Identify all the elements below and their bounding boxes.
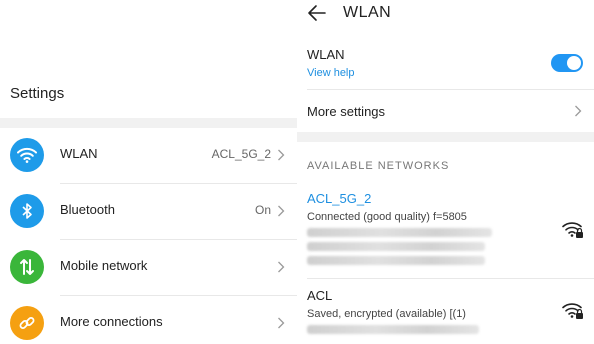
header: WLAN (297, 0, 594, 30)
wlan-label: WLAN (307, 47, 345, 62)
wlan-pane: WLAN WLAN View help More settings AVAILA… (297, 0, 594, 344)
settings-item-mobile-network[interactable]: Mobile network (0, 240, 297, 296)
wlan-toggle-row: WLAN View help (297, 40, 594, 88)
chevron-right-icon (278, 317, 285, 329)
more-settings-row[interactable]: More settings (297, 90, 594, 132)
page-title: WLAN (343, 4, 392, 21)
page-title: Settings (10, 85, 65, 102)
settings-item-wlan[interactable]: WLAN ACL_5G_2 (0, 128, 297, 184)
chevron-right-icon (278, 149, 285, 161)
chevron-right-icon (278, 205, 285, 217)
settings-list: WLAN ACL_5G_2 Bluetooth On Mobile networ… (0, 128, 297, 344)
chevron-right-icon (278, 261, 285, 273)
settings-item-label: Bluetooth (60, 202, 115, 217)
settings-item-value: On (254, 203, 271, 217)
bluetooth-icon (10, 194, 44, 228)
settings-item-more-connections[interactable]: More connections (0, 296, 297, 344)
redacted-text (307, 256, 485, 265)
section-header: AVAILABLE NETWORKS (307, 160, 450, 172)
network-item-acl-5g-2[interactable]: ACL_5G_2 Connected (good quality) f=5805 (297, 191, 594, 277)
chevron-right-icon (575, 105, 582, 117)
redacted-text (307, 228, 492, 237)
network-status: Connected (good quality) f=5805 (307, 211, 467, 223)
network-status: Saved, encrypted (available) [(1) (307, 308, 466, 320)
divider (307, 278, 594, 279)
redacted-text (307, 242, 485, 251)
settings-item-label: More connections (60, 314, 163, 329)
network-name: ACL_5G_2 (307, 191, 372, 206)
settings-item-bluetooth[interactable]: Bluetooth On (0, 184, 297, 240)
view-help-link[interactable]: View help (307, 67, 355, 79)
section-divider (0, 118, 297, 128)
wifi-locked-icon (562, 303, 583, 319)
redacted-text (307, 325, 479, 334)
settings-item-value: ACL_5G_2 (211, 147, 271, 161)
settings-pane: Settings WLAN ACL_5G_2 Bluetooth On Mobi… (0, 0, 297, 344)
settings-item-label: Mobile network (60, 258, 148, 273)
mobile-data-icon (10, 250, 44, 284)
link-icon (10, 306, 44, 340)
network-item-acl[interactable]: ACL Saved, encrypted (available) [(1) (297, 288, 594, 344)
toggle-knob (567, 56, 581, 70)
more-settings-label: More settings (307, 104, 386, 119)
section-divider (297, 132, 594, 142)
wifi-icon (10, 138, 44, 172)
back-arrow-icon[interactable] (307, 4, 327, 22)
settings-item-label: WLAN (60, 146, 98, 161)
network-name: ACL (307, 288, 333, 303)
wlan-toggle[interactable] (551, 54, 583, 72)
wifi-locked-icon (562, 222, 583, 238)
